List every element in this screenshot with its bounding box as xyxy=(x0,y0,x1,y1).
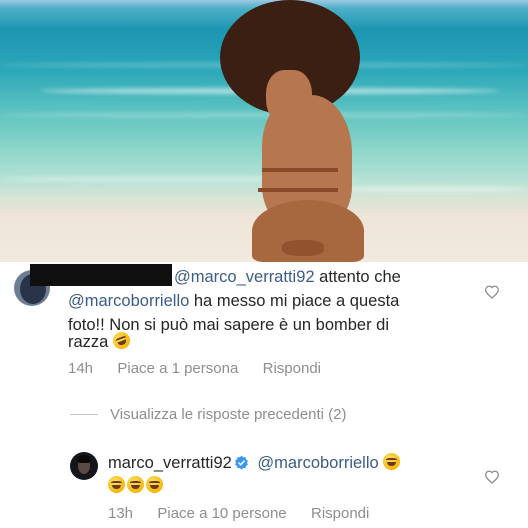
comment2-meta: 13h Piace a 10 persone Rispondi xyxy=(108,505,369,522)
comment1-line2: @marcoborriello ha messo mi piace a ques… xyxy=(68,292,400,310)
tears-of-joy-emoji xyxy=(383,453,401,470)
comment2-reply-button[interactable]: Rispondi xyxy=(311,505,369,522)
post-photo xyxy=(0,0,528,262)
reply-username[interactable]: marco_verratti92 xyxy=(108,454,232,472)
comment2-time: 13h xyxy=(108,505,134,522)
comment1-likes[interactable]: Piace a 1 persona xyxy=(117,360,238,377)
replies-divider xyxy=(70,414,98,415)
comment2-line1: marco_verratti92 @marcoborriello xyxy=(108,451,402,475)
comment1-time: 14h xyxy=(68,360,94,377)
heart-outline-icon[interactable] xyxy=(484,285,500,299)
tears-of-joy-emoji xyxy=(108,476,125,493)
reply-avatar[interactable] xyxy=(70,452,98,480)
heart-outline-icon[interactable] xyxy=(484,470,500,484)
comment1-line4: razza xyxy=(68,329,133,354)
redacted-username xyxy=(30,264,172,286)
mention-verratti[interactable]: @marco_verratti92 xyxy=(174,268,315,286)
reply-mention-borriello[interactable]: @marcoborriello xyxy=(257,454,378,472)
rolling-laughing-emoji xyxy=(110,329,133,352)
tears-of-joy-emoji xyxy=(146,476,163,493)
comment1-reply-button[interactable]: Rispondi xyxy=(263,360,321,377)
comment2-likes[interactable]: Piace a 10 persone xyxy=(157,505,286,522)
verified-badge-icon xyxy=(234,455,248,470)
comment1-line1: @marco_verratti92 attento che xyxy=(174,268,401,286)
tears-of-joy-emoji xyxy=(127,476,144,493)
comment2-line2 xyxy=(108,474,165,498)
mention-borriello[interactable]: @marcoborriello xyxy=(68,292,189,310)
view-replies-link[interactable]: Visualizza le risposte precedenti (2) xyxy=(110,406,347,423)
comment1-meta: 14h Piace a 1 persona Rispondi xyxy=(68,360,321,377)
